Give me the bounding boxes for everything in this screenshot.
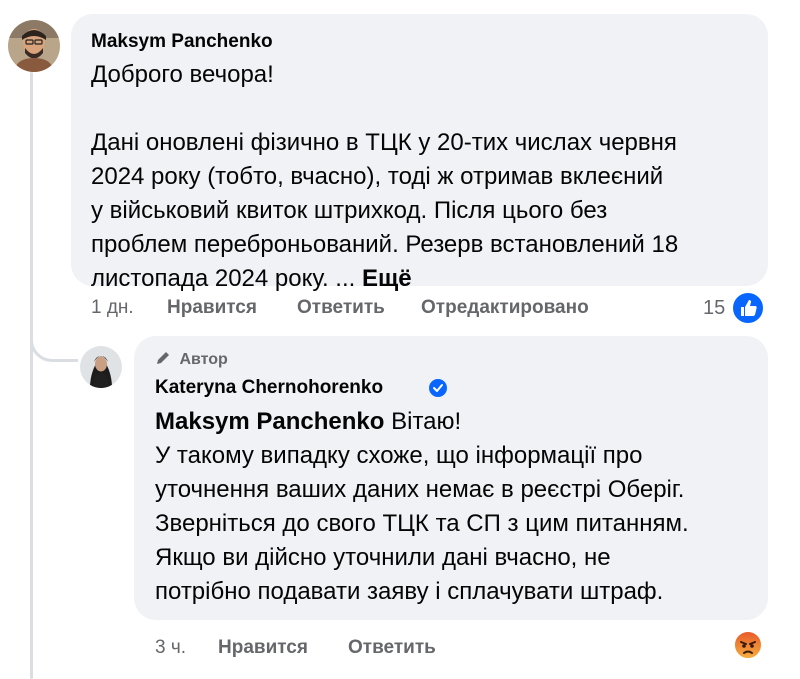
reply-button[interactable]: Ответить	[297, 297, 385, 319]
reaction-count[interactable]: 15	[703, 297, 725, 320]
comment-line-blank	[91, 92, 678, 126]
reply-connector	[30, 300, 78, 362]
thread-line	[30, 72, 33, 679]
comment-author[interactable]: Maksym Panchenko	[91, 31, 273, 53]
comment-line: 2024 року (тобто, вчасно), тоді ж отрима…	[91, 163, 664, 190]
comment-line: проблем переброньований. Резерв встановл…	[91, 231, 679, 258]
comment-text: Доброго вечора! Дані оновлені фізично в …	[91, 58, 678, 296]
comment-line: уточнення ваших даних немає в реєстрі Об…	[155, 476, 685, 503]
like-button[interactable]: Нравится	[218, 637, 308, 659]
like-icon[interactable]	[731, 291, 765, 325]
verified-badge-icon	[429, 379, 447, 397]
comment-line: у військовий квиток штрихкод. Після цьог…	[91, 197, 608, 224]
author-badge-label: Автор	[179, 351, 228, 368]
pencil-icon	[157, 352, 169, 364]
comment-line: Дані оновлені фізично в ТЦК у 20-тих чис…	[91, 129, 677, 156]
comment-line: Зверніться до свого ТЦК та СП з цим пита…	[155, 510, 689, 537]
comment-line-text: листопада 2024 року. ...	[91, 265, 362, 292]
comment-author[interactable]: Kateryna Chernohorenko	[155, 377, 383, 399]
like-button[interactable]: Нравится	[167, 297, 257, 319]
comment-line: Доброго вечора!	[91, 61, 274, 88]
author-badge: Автор	[155, 350, 228, 369]
reply-button[interactable]: Ответить	[348, 637, 436, 659]
comment-text: Maksym Panchenko Вітаю! У такому випадку…	[155, 405, 689, 609]
comment-line: листопада 2024 року. ... Ещё	[91, 262, 678, 296]
comment-line-text: Вітаю!	[384, 408, 462, 435]
comment-timestamp[interactable]: 1 дн.	[91, 297, 134, 319]
comment-line: Якщо ви дійсно уточнили дані вчасно, не	[155, 544, 611, 571]
edited-label[interactable]: Отредактировано	[421, 297, 589, 319]
avatar[interactable]	[80, 346, 122, 388]
see-more-link[interactable]: Ещё	[362, 265, 412, 292]
avatar[interactable]	[8, 20, 60, 72]
comment-line: Maksym Panchenko Вітаю!	[155, 405, 689, 439]
mention-link[interactable]: Maksym Panchenko	[155, 408, 384, 435]
angry-icon[interactable]	[733, 630, 763, 660]
comment-line: У такому випадку схоже, що інформації пр…	[155, 442, 643, 469]
comment-timestamp[interactable]: 3 ч.	[155, 637, 186, 659]
comment-line: потрібно подавати заяву і сплачувати штр…	[155, 578, 664, 605]
